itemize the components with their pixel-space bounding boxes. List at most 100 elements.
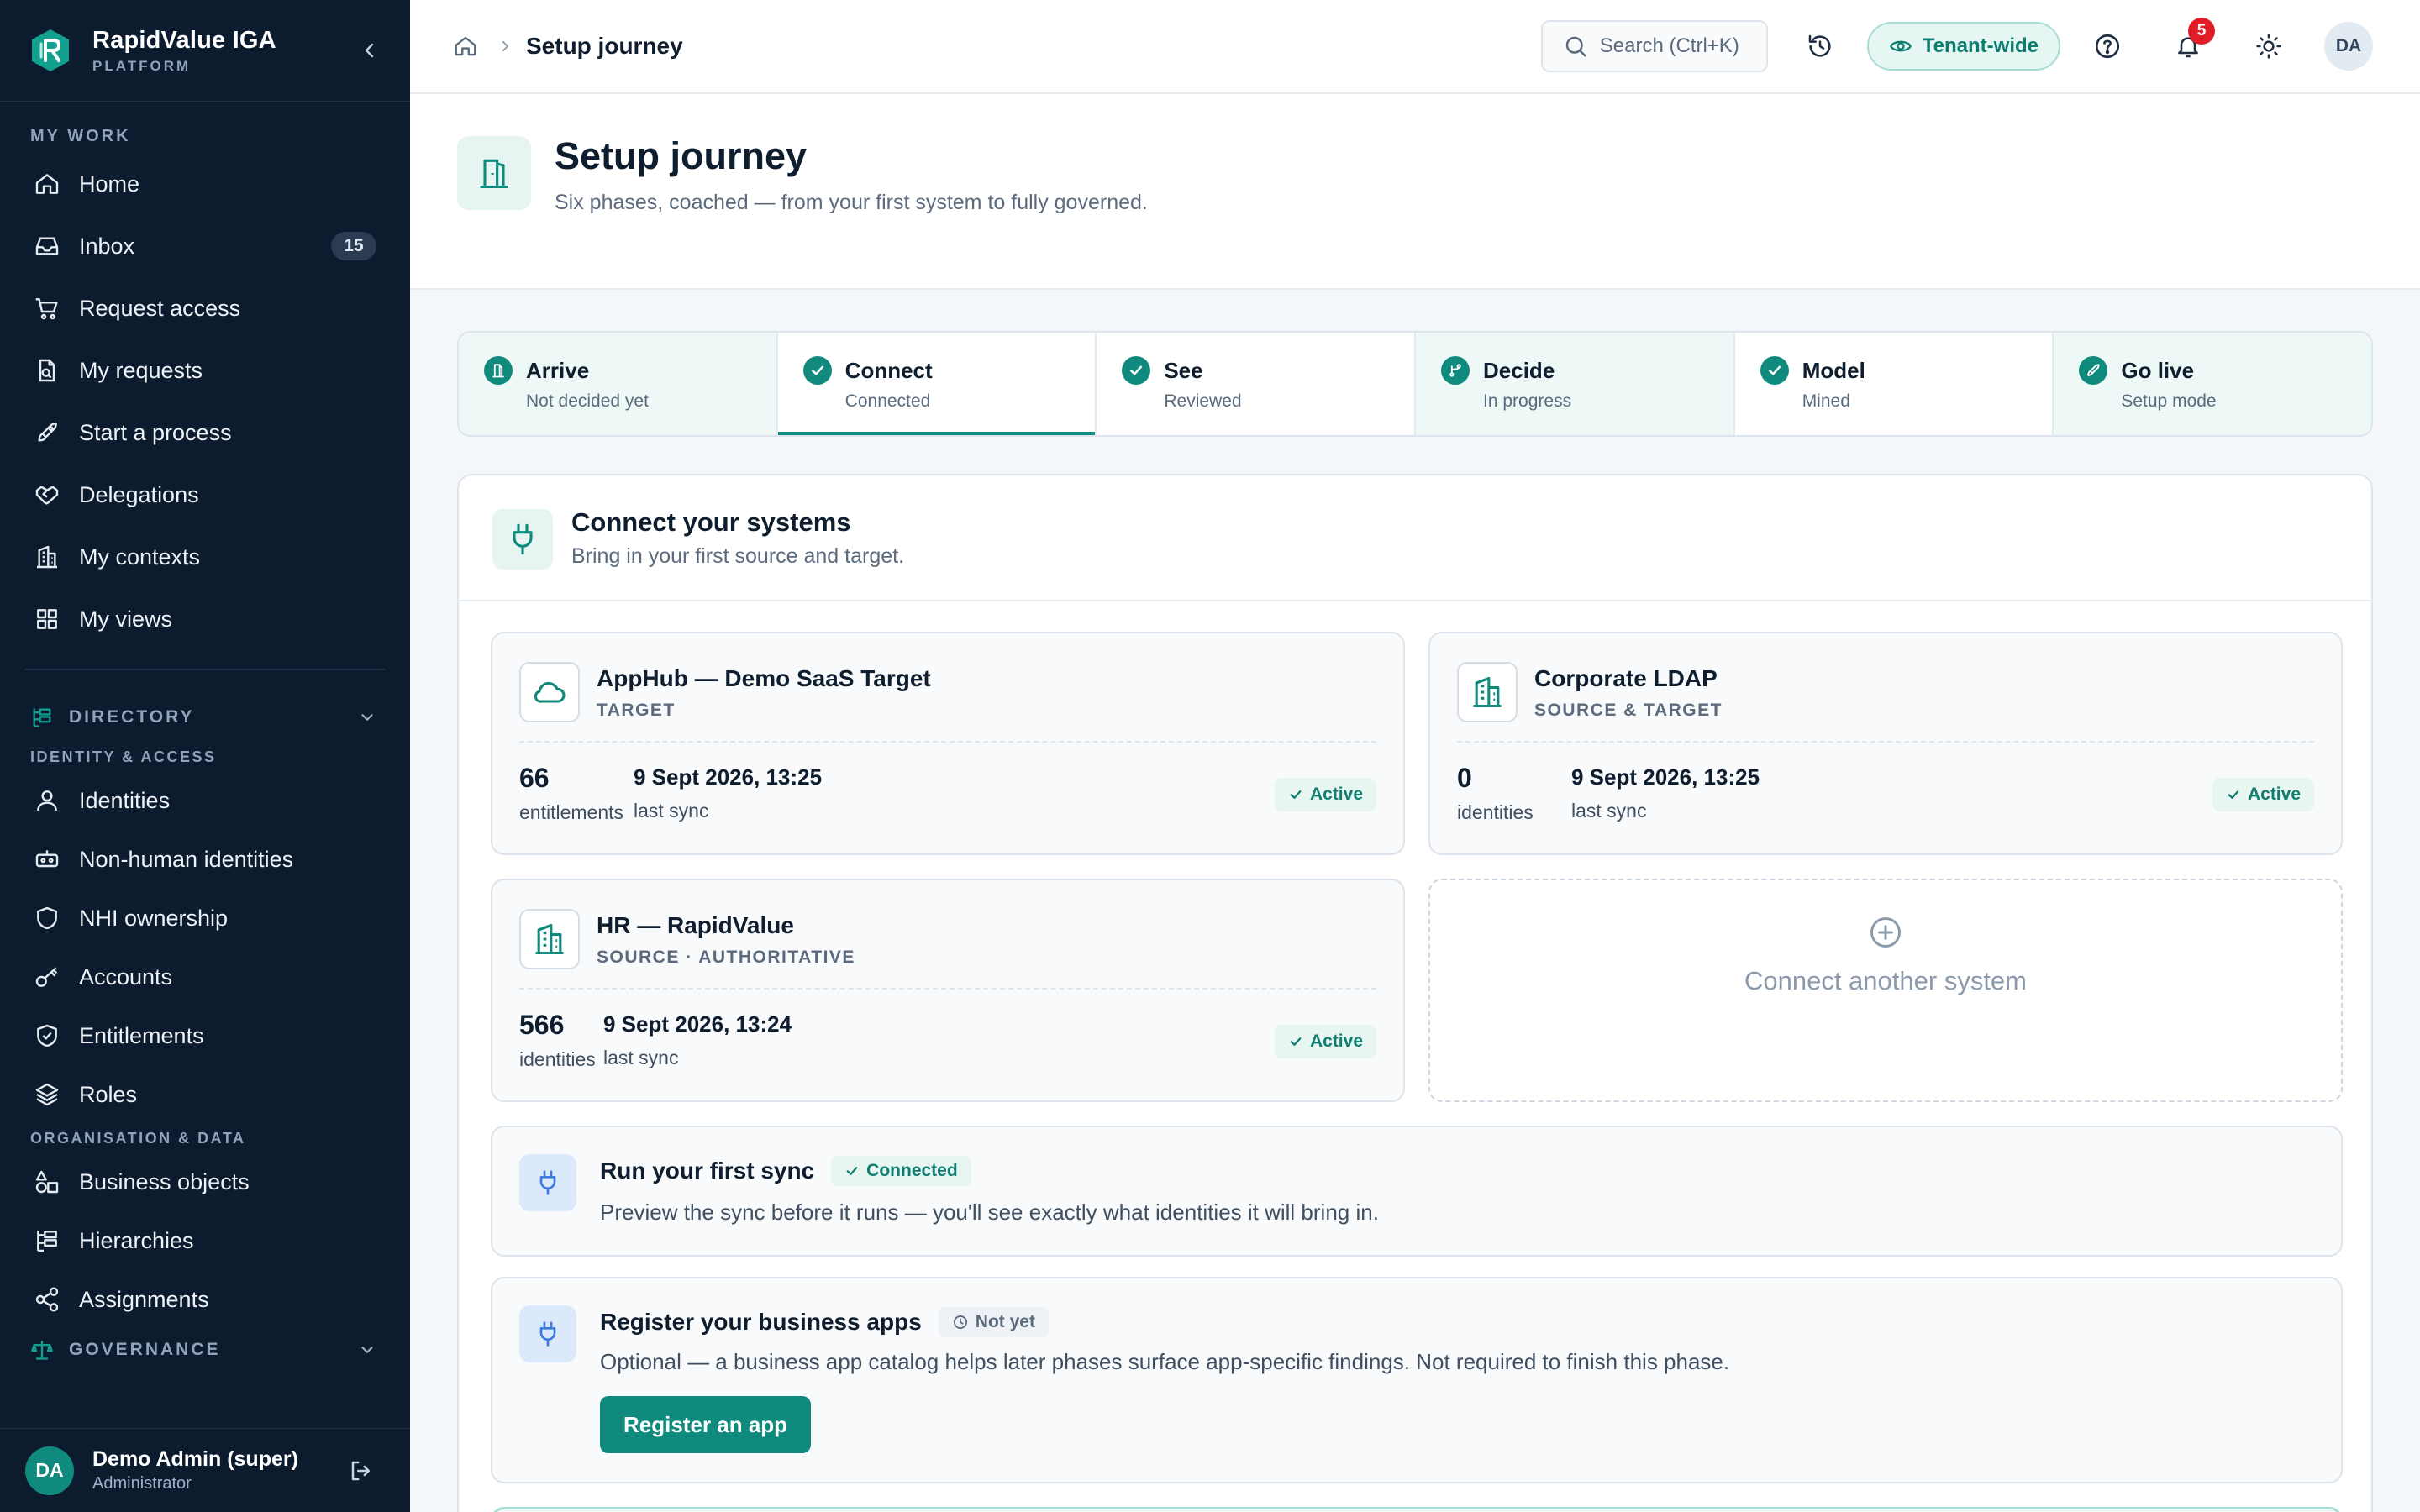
- hierarchy-icon: [32, 1226, 62, 1256]
- status-badge: Not yet: [938, 1307, 1049, 1337]
- breadcrumb-separator-icon: [497, 39, 513, 54]
- sidebar-item-label: My views: [79, 606, 173, 632]
- sidebar-item-my-views[interactable]: My views: [0, 588, 410, 650]
- hierarchy-icon: [30, 706, 54, 729]
- group-label: DIRECTORY: [69, 707, 195, 727]
- breadcrumb-home-button[interactable]: [450, 31, 481, 61]
- last-sync-date: 9 Sept 2026, 13:25: [634, 764, 823, 790]
- step-decide[interactable]: Decide In progress: [1414, 333, 1733, 435]
- step-name: Connect: [844, 357, 933, 383]
- sidebar-item-label: NHI ownership: [79, 905, 229, 931]
- door-icon: [457, 136, 531, 210]
- group-governance[interactable]: GOVERNANCE: [0, 1329, 410, 1371]
- group-directory[interactable]: DIRECTORY: [0, 692, 410, 743]
- status-badge: Active: [1274, 778, 1376, 811]
- tenant-scope-button[interactable]: Tenant-wide: [1866, 22, 2060, 71]
- handshake-icon: [32, 480, 62, 510]
- check-icon: [1122, 356, 1151, 385]
- register-app-button[interactable]: Register an app: [600, 1396, 812, 1453]
- sidebar-item-label: My requests: [79, 357, 203, 383]
- rocket-icon: [2079, 356, 2108, 385]
- plus-circle-icon: [1867, 914, 1904, 951]
- sidebar-item-accounts[interactable]: Accounts: [0, 948, 410, 1006]
- connect-another-system-button[interactable]: Connect another system: [1428, 879, 2343, 1102]
- chevron-down-icon: [358, 708, 376, 727]
- user-name: Demo Admin (super): [92, 1447, 298, 1471]
- sidebar-item-identities[interactable]: Identities: [0, 771, 410, 830]
- task-description: Optional — a business app catalog helps …: [600, 1349, 1730, 1374]
- sidebar-item-business-objects[interactable]: Business objects: [0, 1152, 410, 1211]
- chevron-left-icon: [365, 43, 374, 58]
- requests-icon: [32, 355, 62, 386]
- history-button[interactable]: [1797, 23, 1844, 70]
- building-icon: [519, 909, 580, 969]
- collapse-sidebar-button[interactable]: [353, 34, 387, 67]
- card-title: Connect your systems: [571, 507, 851, 537]
- sidebar-item-request-access[interactable]: Request access: [0, 277, 410, 339]
- sidebar-item-delegations[interactable]: Delegations: [0, 464, 410, 526]
- search-icon: [1565, 36, 1586, 57]
- status-text: Active: [1309, 1032, 1363, 1051]
- step-status: Mined: [1802, 391, 1850, 411]
- sidebar-item-label: Accounts: [79, 963, 173, 990]
- notifications-button[interactable]: 5: [2165, 18, 2215, 70]
- shield-icon: [32, 903, 62, 933]
- chevron-down-icon: [358, 1341, 376, 1359]
- step-model[interactable]: Model Mined: [1733, 333, 2053, 435]
- grid-icon: [32, 604, 62, 634]
- step-see[interactable]: See Reviewed: [1095, 333, 1414, 435]
- task-register-apps: Register your business apps Not yet Opti…: [491, 1277, 2343, 1483]
- task-description: Preview the sync before it runs — you'll…: [600, 1200, 1379, 1225]
- sidebar-item-nhi[interactable]: Non-human identities: [0, 830, 410, 889]
- step-arrive[interactable]: Arrive Not decided yet: [459, 333, 776, 435]
- help-button[interactable]: [2084, 23, 2131, 70]
- section-label-my-work: MY WORK: [30, 127, 131, 145]
- building-icon: [32, 542, 62, 572]
- history-icon: [1808, 34, 1831, 57]
- avatar[interactable]: DA: [2324, 22, 2373, 71]
- sidebar-item-nhi-ownership[interactable]: NHI ownership: [0, 889, 410, 948]
- sidebar-divider: [25, 669, 385, 670]
- sidebar-item-my-requests[interactable]: My requests: [0, 339, 410, 402]
- system-card-apphub[interactable]: AppHub — Demo SaaS Target TARGET 66 enti…: [491, 632, 1405, 855]
- cart-icon: [32, 293, 62, 323]
- brand-name: RapidValue IGA: [92, 26, 276, 54]
- step-status: Reviewed: [1164, 391, 1242, 411]
- step-connect[interactable]: Connect Connected: [776, 333, 1096, 435]
- sidebar-item-my-contexts[interactable]: My contexts: [0, 526, 410, 588]
- search-input[interactable]: Search (Ctrl+K): [1540, 20, 1768, 72]
- status-text: Connected: [866, 1161, 958, 1180]
- card-subtitle: Bring in your first source and target.: [571, 544, 905, 568]
- sidebar: RapidValue IGA PLATFORM MY WORK Home Inb…: [0, 0, 410, 1512]
- theme-toggle-button[interactable]: [2245, 23, 2292, 70]
- system-name: Corporate LDAP: [1534, 665, 1718, 691]
- divider: [519, 988, 1376, 990]
- inbox-count-badge: 15: [331, 232, 376, 260]
- share-icon: [32, 1284, 62, 1315]
- sidebar-item-start-process[interactable]: Start a process: [0, 402, 410, 464]
- topbar: Setup journey Search (Ctrl+K) Tenant-wid…: [410, 0, 2420, 94]
- system-card-hr-rapidvalue[interactable]: HR — RapidValue SOURCE · AUTHORITATIVE 5…: [491, 879, 1405, 1102]
- sidebar-item-home[interactable]: Home: [0, 153, 410, 215]
- sidebar-item-assignments[interactable]: Assignments: [0, 1270, 410, 1329]
- building-icon: [1457, 662, 1518, 722]
- inbox-icon: [32, 231, 62, 261]
- logout-button[interactable]: [338, 1447, 385, 1494]
- sidebar-item-roles[interactable]: Roles: [0, 1065, 410, 1124]
- step-status: Not decided yet: [526, 391, 649, 411]
- sidebar-item-label: Hierarchies: [79, 1227, 194, 1253]
- step-name: Model: [1802, 357, 1865, 383]
- system-card-corporate-ldap[interactable]: Corporate LDAP SOURCE & TARGET 0 identit…: [1428, 632, 2343, 855]
- sidebar-item-hierarchies[interactable]: Hierarchies: [0, 1211, 410, 1270]
- plug-icon: [519, 1154, 576, 1211]
- user-icon: [32, 785, 62, 816]
- sidebar-item-entitlements[interactable]: Entitlements: [0, 1006, 410, 1065]
- step-status: In progress: [1483, 391, 1572, 411]
- eye-icon: [1889, 40, 1912, 52]
- step-go-live[interactable]: Go live Setup mode: [2052, 333, 2371, 435]
- system-count: 566: [519, 1010, 565, 1040]
- sidebar-item-inbox[interactable]: Inbox 15: [0, 215, 410, 277]
- step-name: See: [1164, 357, 1203, 383]
- avatar[interactable]: DA: [25, 1446, 74, 1495]
- step-name: Arrive: [526, 357, 590, 383]
